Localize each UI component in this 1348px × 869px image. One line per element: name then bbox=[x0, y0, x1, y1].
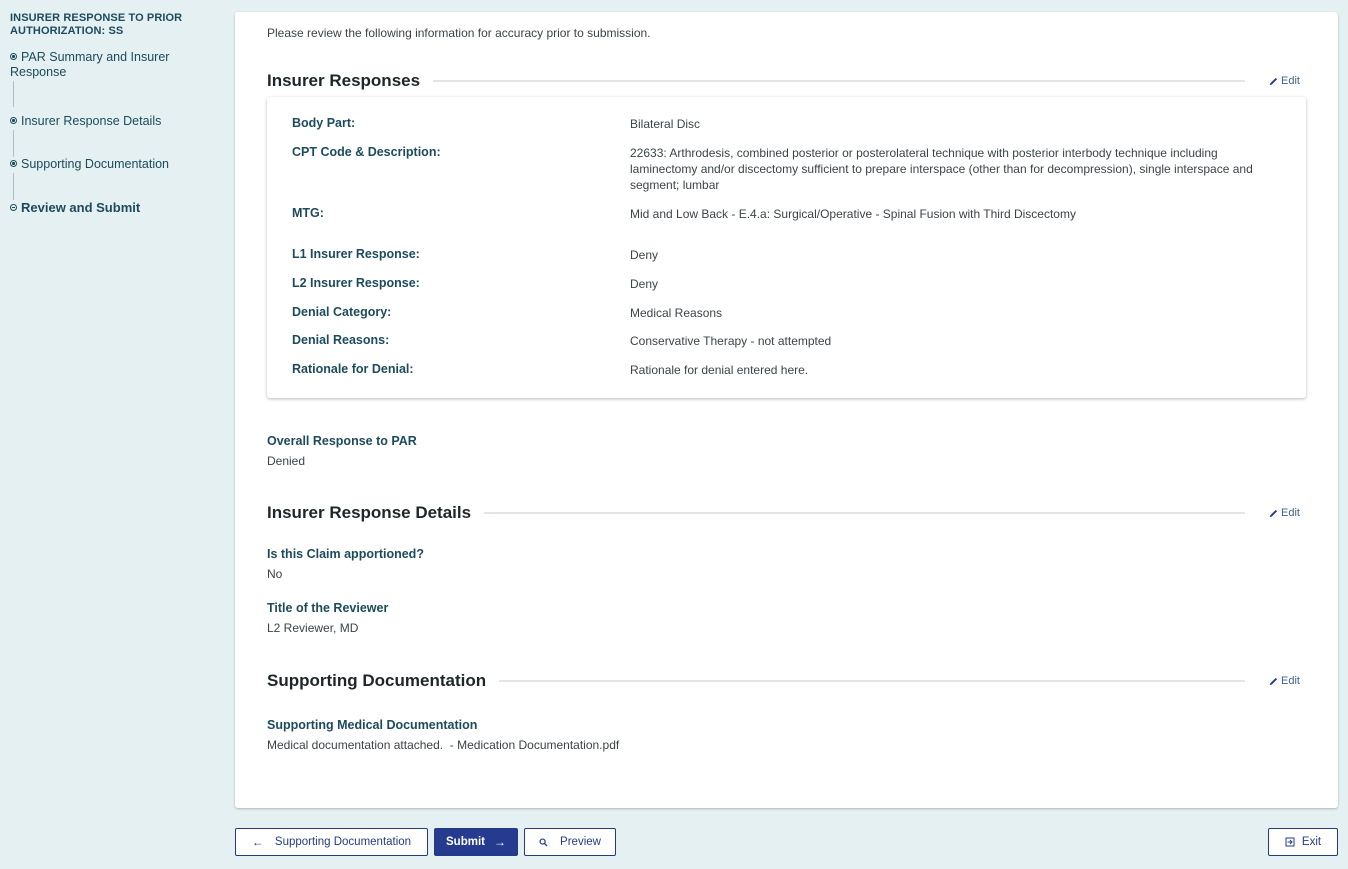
step-par-summary[interactable]: PAR Summary and Insurer Response bbox=[10, 50, 215, 80]
search-icon bbox=[539, 837, 548, 847]
step-label: Supporting Documentation bbox=[21, 157, 170, 171]
detail-value: Bilateral Disc bbox=[630, 117, 701, 131]
detail-value: Deny bbox=[630, 277, 659, 291]
field-value: L2 Reviewer, MD bbox=[267, 621, 359, 635]
edit-insurer-response-details-link[interactable]: Edit bbox=[1269, 507, 1300, 519]
section-divider bbox=[433, 80, 1246, 82]
field-value: No bbox=[267, 567, 283, 581]
intro-text: Please review the following information … bbox=[267, 26, 651, 40]
exit-button[interactable]: Exit bbox=[1268, 828, 1338, 856]
button-label: Exit bbox=[1301, 836, 1322, 848]
exit-icon bbox=[1285, 837, 1295, 847]
edit-label: Edit bbox=[1281, 675, 1300, 687]
detail-value: Deny bbox=[630, 248, 659, 262]
section-header-insurer-responses: Insurer Responses Edit bbox=[267, 70, 1300, 92]
arrow-left-icon: ← bbox=[251, 835, 264, 849]
step-current-icon bbox=[10, 204, 17, 211]
detail-row: Denial Category: Medical Reasons bbox=[292, 305, 1286, 321]
detail-value: Rationale for denial entered here. bbox=[630, 363, 809, 377]
step-insurer-response-details[interactable]: Insurer Response Details bbox=[10, 114, 215, 129]
step-complete-icon bbox=[10, 53, 17, 60]
detail-row: MTG: Mid and Low Back - E.4.a: Surgical/… bbox=[292, 206, 1286, 222]
detail-row: Denial Reasons: Conservative Therapy - n… bbox=[292, 333, 1286, 349]
step-label: PAR Summary and Insurer Response bbox=[10, 50, 170, 79]
field-label: Title of the Reviewer bbox=[267, 601, 389, 615]
detail-row: L2 Insurer Response: Deny bbox=[292, 276, 1286, 292]
detail-value: Medical Reasons bbox=[630, 306, 723, 320]
step-complete-icon bbox=[10, 117, 17, 124]
detail-value: Mid and Low Back - E.4.a: Surgical/Opera… bbox=[630, 207, 1076, 221]
step-label: Insurer Response Details bbox=[21, 114, 162, 128]
pencil-icon bbox=[1269, 509, 1278, 517]
insurer-responses-panel: Body Part: Bilateral Disc CPT Code & Des… bbox=[267, 97, 1306, 398]
sidebar: INSURER RESPONSE TO PRIOR AUTHORIZATION:… bbox=[0, 0, 225, 869]
section-header-supporting-documentation: Supporting Documentation Edit bbox=[267, 670, 1300, 692]
step-review-and-submit[interactable]: Review and Submit bbox=[10, 200, 215, 215]
button-label: Supporting Documentation bbox=[274, 836, 412, 848]
step-connector bbox=[13, 81, 14, 107]
step-supporting-documentation[interactable]: Supporting Documentation bbox=[10, 157, 215, 172]
pencil-icon bbox=[1269, 677, 1278, 685]
detail-label: Body Part: bbox=[292, 116, 356, 130]
field-label: Is this Claim apportioned? bbox=[267, 547, 424, 561]
detail-row: CPT Code & Description: 22633: Arthrodes… bbox=[292, 145, 1286, 193]
button-label: Submit bbox=[446, 836, 485, 848]
detail-label: MTG: bbox=[292, 206, 324, 220]
arrow-right-icon: → bbox=[493, 835, 506, 849]
section-header-insurer-response-details: Insurer Response Details Edit bbox=[267, 502, 1300, 524]
section-title: Insurer Responses bbox=[267, 71, 421, 90]
review-card: Please review the following information … bbox=[235, 12, 1338, 808]
detail-row: Rationale for Denial: Rationale for deni… bbox=[292, 362, 1286, 378]
submit-button[interactable]: Submit → bbox=[434, 828, 518, 856]
pencil-icon bbox=[1269, 77, 1278, 85]
field-value: Denied bbox=[267, 454, 306, 468]
field-value: Medical documentation attached. - Medica… bbox=[267, 738, 620, 752]
step-connector bbox=[13, 173, 14, 200]
preview-button[interactable]: Preview bbox=[524, 828, 616, 856]
step-complete-icon bbox=[10, 160, 17, 167]
section-title: Insurer Response Details bbox=[267, 503, 472, 522]
edit-supporting-documentation-link[interactable]: Edit bbox=[1269, 675, 1300, 687]
section-divider bbox=[484, 512, 1246, 514]
detail-label: L1 Insurer Response: bbox=[292, 247, 420, 261]
step-connector bbox=[13, 130, 14, 157]
section-title: Supporting Documentation bbox=[267, 671, 487, 690]
detail-label: Rationale for Denial: bbox=[292, 362, 414, 376]
edit-insurer-responses-link[interactable]: Edit bbox=[1269, 75, 1300, 87]
reviewer-title-field: Title of the Reviewer L2 Reviewer, MD bbox=[267, 600, 388, 636]
sidebar-title: INSURER RESPONSE TO PRIOR AUTHORIZATION:… bbox=[10, 12, 183, 37]
detail-label: Denial Category: bbox=[292, 305, 392, 319]
detail-value: Conservative Therapy - not attempted bbox=[630, 334, 832, 348]
detail-row: L1 Insurer Response: Deny bbox=[292, 247, 1286, 263]
edit-label: Edit bbox=[1281, 507, 1300, 519]
edit-label: Edit bbox=[1281, 75, 1300, 87]
overall-response-field: Overall Response to PAR Denied bbox=[267, 433, 417, 469]
claim-apportioned-field: Is this Claim apportioned? No bbox=[267, 546, 424, 582]
back-supporting-documentation-button[interactable]: ← Supporting Documentation bbox=[235, 828, 428, 856]
detail-label: L2 Insurer Response: bbox=[292, 276, 420, 290]
supporting-medical-documentation-field: Supporting Medical Documentation Medical… bbox=[267, 717, 619, 753]
field-label: Supporting Medical Documentation bbox=[267, 718, 478, 732]
step-label: Review and Submit bbox=[21, 200, 141, 215]
detail-value: 22633: Arthrodesis, combined posterior o… bbox=[630, 146, 1253, 192]
detail-label: Denial Reasons: bbox=[292, 333, 390, 347]
detail-row: Body Part: Bilateral Disc bbox=[292, 116, 1286, 132]
section-divider bbox=[499, 680, 1246, 682]
detail-label: CPT Code & Description: bbox=[292, 145, 441, 159]
field-label: Overall Response to PAR bbox=[267, 434, 417, 448]
step-list: PAR Summary and Insurer Response Insurer… bbox=[10, 50, 215, 215]
button-label: Preview bbox=[560, 836, 601, 848]
